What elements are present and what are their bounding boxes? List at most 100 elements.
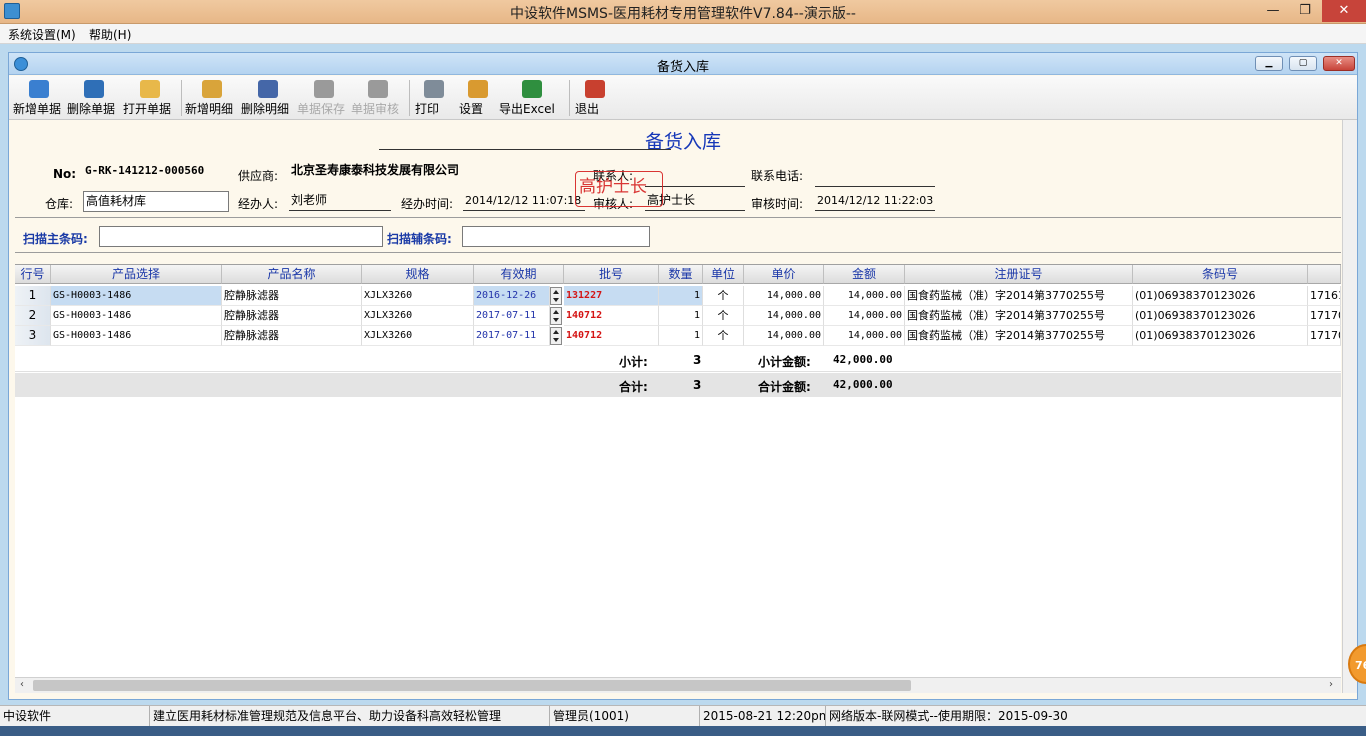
col-header-reg-no[interactable]: 注册证号 [905,265,1133,284]
col-header-qty[interactable]: 数量 [659,265,703,284]
status-user: 管理员(1001) [550,706,700,727]
supplier-label: 供应商: [238,169,279,183]
menu-system-settings[interactable]: 系统设置(M) [8,26,76,43]
vertical-scrollbar[interactable] [1342,120,1357,693]
scroll-right-icon[interactable]: › [1329,679,1333,690]
add-detail-button[interactable]: 新增明细 [185,78,239,118]
expiry-spinner-icon[interactable] [550,327,562,345]
col-header-row-no[interactable]: 行号 [15,265,51,284]
price-cell[interactable]: 14,000.00 [744,306,824,326]
unit-cell[interactable]: 个 [703,306,744,326]
toolbar: 新增单据 删除单据 打开单据 新增明细 删除明细 单据保存 单据审核 打印 设置… [9,76,1357,120]
reg-no-cell[interactable]: 国食药监械（准）字2014第3770255号 [905,306,1133,326]
phone-label: 联系电话: [751,169,804,183]
printer-icon [424,80,444,98]
window-close-button[interactable]: ✕ [1323,56,1355,71]
col-header-batch[interactable]: 批号 [564,265,659,284]
status-bar: 中设软件 建立医用耗材标准管理规范及信息平台、助力设备科高效轻松管理 管理员(1… [0,705,1366,727]
product-name-cell[interactable]: 腔静脉滤器 [222,306,362,326]
extra-cell[interactable]: 1717071 [1308,326,1341,346]
price-cell[interactable]: 14,000.00 [744,286,824,306]
subtotal-row: 小计: 3 小计金额: 42,000.00 [15,348,1341,372]
unit-cell[interactable]: 个 [703,286,744,306]
new-document-button[interactable]: 新增单据 [13,78,65,118]
minimize-button[interactable]: — [1258,0,1288,22]
reg-no-cell[interactable]: 国食药监械（准）字2014第3770255号 [905,286,1133,306]
row-number: 2 [15,306,51,326]
reg-no-cell[interactable]: 国食药监械（准）字2014第3770255号 [905,326,1133,346]
col-header-product-name[interactable]: 产品名称 [222,265,362,284]
qty-cell[interactable]: 1 [659,286,703,306]
audit-document-button[interactable]: 单据审核 [351,78,405,118]
col-header-expiry[interactable]: 有效期 [474,265,564,284]
batch-cell[interactable]: 140712 [564,326,659,346]
exit-button[interactable]: 退出 [575,78,615,118]
total-amount-label: 合计金额: [758,380,811,394]
product-name-cell[interactable]: 腔静脉滤器 [222,326,362,346]
col-header-spec[interactable]: 规格 [362,265,474,284]
amount-cell: 14,000.00 [824,286,905,306]
expiry-spinner-icon[interactable] [550,307,562,325]
subtotal-qty: 3 [693,353,702,367]
col-header-product-select[interactable]: 产品选择 [51,265,222,284]
batch-cell[interactable]: 140712 [564,306,659,326]
col-header-extra[interactable] [1308,265,1341,284]
save-document-button[interactable]: 单据保存 [297,78,351,118]
product-code-cell[interactable]: GS-H0003-1486 [51,286,222,306]
extra-cell[interactable]: 1717071 [1308,306,1341,326]
os-taskbar [0,726,1366,736]
product-code-cell[interactable]: GS-H0003-1486 [51,326,222,346]
spec-cell[interactable]: XJLX3260 [362,306,474,326]
window-maximize-button[interactable]: ▢ [1289,56,1317,71]
status-company: 中设软件 [0,706,150,727]
open-document-button[interactable]: 打开单据 [123,78,177,118]
window-minimize-button[interactable]: ▁ [1255,56,1283,71]
settings-button[interactable]: 设置 [459,78,497,118]
restore-button[interactable]: ❐ [1290,0,1320,22]
scrollbar-thumb[interactable] [33,680,911,691]
barcode-cell[interactable]: (01)06938370123026 [1133,326,1308,346]
product-code-cell[interactable]: GS-H0003-1486 [51,306,222,326]
qty-cell[interactable]: 1 [659,326,703,346]
barcode-cell[interactable]: (01)06938370123026 [1133,306,1308,326]
batch-cell[interactable]: 131227 [564,286,659,306]
price-cell[interactable]: 14,000.00 [744,326,824,346]
menu-help[interactable]: 帮助(H) [89,26,131,43]
export-excel-button[interactable]: 导出Excel [499,78,565,118]
warehouse-field[interactable]: 高值耗材库 [83,191,229,212]
close-button[interactable]: ✕ [1322,0,1366,22]
scan-barcode-bar: 扫描主条码: 扫描辅条码: [15,217,1341,253]
scan-sub-input[interactable] [462,226,650,247]
expiry-cell[interactable]: 2017-07-11 [474,306,550,326]
horizontal-scrollbar[interactable]: ‹ › [15,677,1341,693]
unit-cell[interactable]: 个 [703,326,744,346]
total-amount: 42,000.00 [833,378,893,391]
col-header-price[interactable]: 单价 [744,265,824,284]
col-header-unit[interactable]: 单位 [703,265,744,284]
expiry-cell[interactable]: 2016-12-26 [474,286,550,306]
expiry-cell[interactable]: 2017-07-11 [474,326,550,346]
new-document-icon [29,80,49,98]
extra-cell[interactable]: 1716122 [1308,286,1341,306]
delete-detail-button[interactable]: 删除明细 [241,78,295,118]
print-button[interactable]: 打印 [415,78,453,118]
scan-sub-label: 扫描辅条码: [387,232,452,246]
col-header-amount[interactable]: 金额 [824,265,905,284]
barcode-cell[interactable]: (01)06938370123026 [1133,286,1308,306]
col-header-barcode[interactable]: 条码号 [1133,265,1308,284]
spec-cell[interactable]: XJLX3260 [362,326,474,346]
subtotal-label: 小计: [619,355,648,369]
add-detail-icon [202,80,222,98]
scan-main-input[interactable] [99,226,383,247]
spec-cell[interactable]: XJLX3260 [362,286,474,306]
expiry-spinner-icon[interactable] [550,287,562,305]
delete-document-button[interactable]: 删除单据 [67,78,121,118]
handler-label: 经办人: [238,197,279,211]
qty-cell[interactable]: 1 [659,306,703,326]
detail-grid: 行号 产品选择 产品名称 规格 有效期 批号 数量 单位 单价 金额 注册证号 … [15,264,1341,677]
product-name-cell[interactable]: 腔静脉滤器 [222,286,362,306]
scroll-left-icon[interactable]: ‹ [20,679,24,690]
form-title: 备货入库 [644,131,721,153]
status-datetime: 2015-08-21 12:20pm [700,706,826,727]
settings-icon [468,80,488,98]
